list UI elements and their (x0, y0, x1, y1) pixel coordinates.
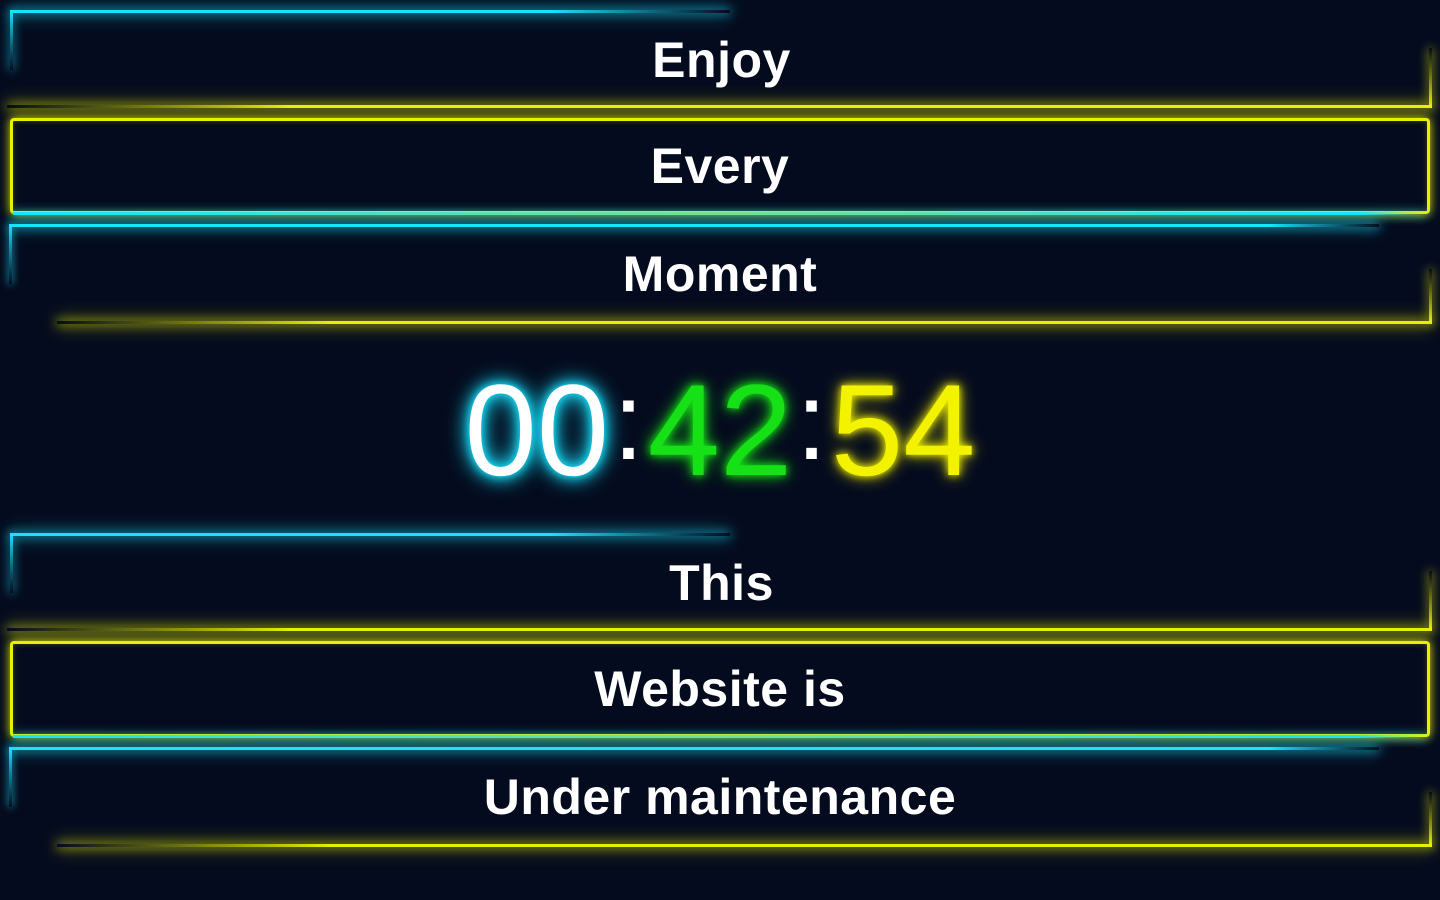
message-text: Website is (594, 661, 846, 717)
bar-glow-right (1429, 571, 1432, 631)
message-text: This (669, 554, 774, 611)
message-bar-every: Every (10, 118, 1430, 215)
bar-glow-right (1429, 792, 1432, 847)
message-text: Under maintenance (483, 769, 957, 825)
bar-glow-bottom (7, 628, 1432, 631)
message-text: Every (650, 138, 790, 194)
bar-glow-bottom (13, 735, 1427, 738)
bar-glow-right (1429, 269, 1432, 324)
maintenance-page: Enjoy Every Moment 00 : 42 : 54 This Web… (0, 0, 1440, 900)
message-bar-under-maintenance: Under maintenance (9, 747, 1432, 847)
message-text: Enjoy (652, 31, 791, 88)
message-bar-moment: Moment (9, 224, 1432, 324)
bar-glow-right (1429, 48, 1432, 108)
clock-minutes: 42 (647, 357, 793, 503)
countdown-clock: 00 : 42 : 54 (0, 355, 1440, 505)
message-bar-enjoy: Enjoy (7, 10, 1432, 108)
message-bar-this: This (7, 533, 1432, 631)
clock-hours: 00 (464, 357, 610, 503)
clock-separator: : (796, 360, 827, 483)
bar-glow-bottom (57, 844, 1432, 847)
bar-glow-bottom (57, 321, 1432, 324)
message-bar-website-is: Website is (10, 641, 1430, 738)
clock-separator: : (613, 360, 644, 483)
bar-glow-bottom (13, 212, 1427, 215)
message-text: Moment (622, 246, 818, 302)
clock-seconds: 54 (830, 357, 976, 503)
bar-glow-bottom (7, 105, 1432, 108)
